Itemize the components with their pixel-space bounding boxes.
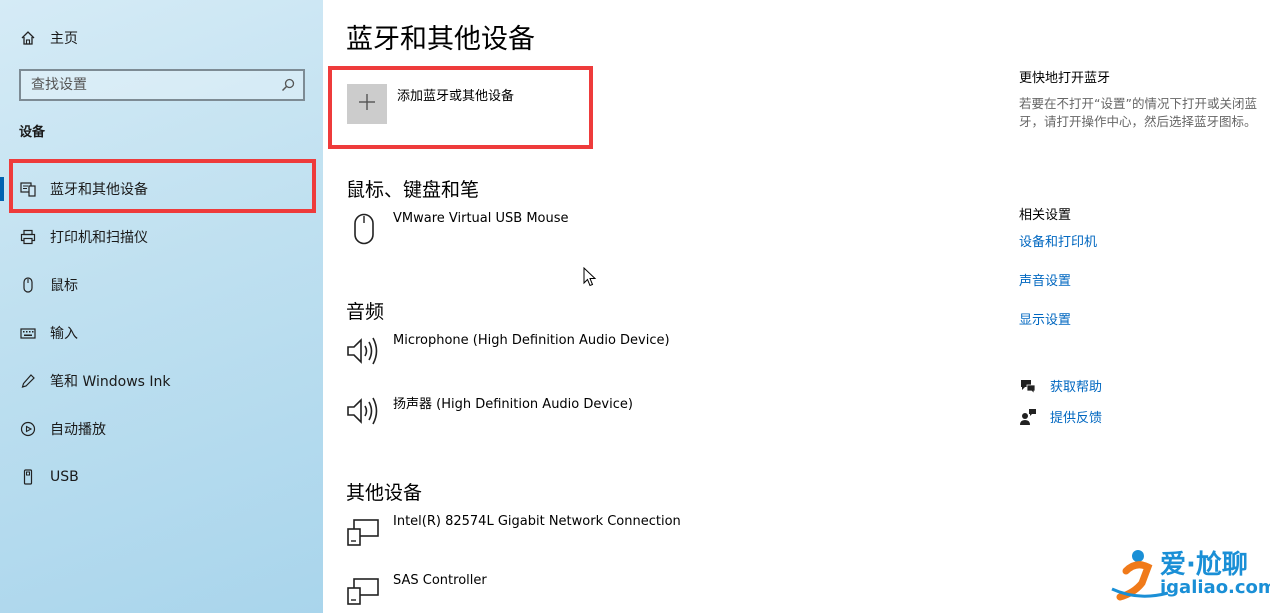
get-help-label: 获取帮助 (1050, 380, 1103, 395)
pen-icon (19, 372, 37, 390)
group-title-other-devices: 其他设备 (346, 482, 423, 504)
give-feedback-link[interactable]: 提供反馈 (1019, 407, 1102, 426)
search-input[interactable] (21, 70, 277, 100)
sidebar-item-label: 笔和 Windows Ink (50, 374, 171, 390)
search-icon[interactable] (277, 74, 299, 96)
highlight-box-add-device (328, 66, 593, 149)
device-name-sas[interactable]: SAS Controller (393, 573, 487, 588)
quick-bluetooth-description: 若要在不打开“设置”的情况下打开或关闭蓝牙，请打开操作中心，然后选择蓝牙图标。 (1019, 96, 1257, 129)
feedback-person-icon (1019, 408, 1037, 426)
watermark-subtext: igaliao.com (1160, 577, 1270, 598)
quick-bluetooth-title: 更快地打开蓝牙 (1019, 71, 1111, 86)
sidebar-item-typing[interactable]: 输入 (0, 313, 323, 353)
home-icon (19, 30, 37, 46)
mouse-cursor-icon (583, 267, 597, 287)
give-feedback-label: 提供反馈 (1050, 411, 1103, 426)
home-label: 主页 (50, 31, 78, 47)
home-nav-item[interactable]: 主页 (19, 27, 78, 49)
group-title-mouse-keyboard-pen: 鼠标、键盘和笔 (346, 179, 480, 201)
printer-icon (19, 228, 37, 246)
sidebar-item-label: 自动播放 (50, 422, 106, 438)
speaker-icon (346, 393, 382, 429)
mouse-icon (346, 211, 382, 247)
search-box (19, 69, 305, 101)
device-name-speaker[interactable]: 扬声器 (High Definition Audio Device) (393, 393, 633, 412)
link-display-settings[interactable]: 显示设置 (1019, 309, 1071, 328)
group-title-audio: 音频 (346, 301, 385, 323)
sidebar-item-usb[interactable]: USB (0, 457, 323, 497)
device-name-network[interactable]: Intel(R) 82574L Gigabit Network Connecti… (393, 514, 681, 529)
speaker-icon (346, 333, 382, 369)
sidebar-item-label: 鼠标 (50, 278, 78, 294)
related-settings-title: 相关设置 (1019, 208, 1072, 223)
highlight-box-sidebar (9, 159, 316, 213)
sidebar-item-label: 打印机和扫描仪 (50, 230, 148, 246)
get-help-link[interactable]: 获取帮助 (1019, 376, 1102, 395)
keyboard-icon (19, 324, 37, 342)
usb-icon (19, 468, 37, 486)
sidebar-item-label: 输入 (50, 326, 78, 342)
link-devices-printers[interactable]: 设备和打印机 (1019, 231, 1097, 250)
sidebar-item-mouse[interactable]: 鼠标 (0, 265, 323, 305)
sidebar-item-autoplay[interactable]: 自动播放 (0, 409, 323, 449)
autoplay-icon (19, 420, 37, 438)
watermark-text: 爱·尬聊 (1160, 550, 1248, 580)
section-label-devices: 设备 (19, 125, 46, 140)
device-name-microphone[interactable]: Microphone (High Definition Audio Device… (393, 333, 670, 348)
device-icon (346, 514, 382, 550)
sidebar-item-label: USB (50, 469, 79, 485)
sidebar: 主页 设备 蓝牙和其他设备 打印机和扫描仪 鼠标 输入 笔和 W (0, 0, 323, 613)
mouse-icon (19, 276, 37, 294)
page-title: 蓝牙和其他设备 (346, 24, 535, 55)
help-chat-icon (1019, 377, 1037, 395)
device-icon (346, 573, 382, 609)
sidebar-item-printers[interactable]: 打印机和扫描仪 (0, 217, 323, 257)
sidebar-item-pen[interactable]: 笔和 Windows Ink (0, 361, 323, 401)
link-sound-settings[interactable]: 声音设置 (1019, 270, 1071, 289)
device-name-mouse[interactable]: VMware Virtual USB Mouse (393, 211, 569, 226)
